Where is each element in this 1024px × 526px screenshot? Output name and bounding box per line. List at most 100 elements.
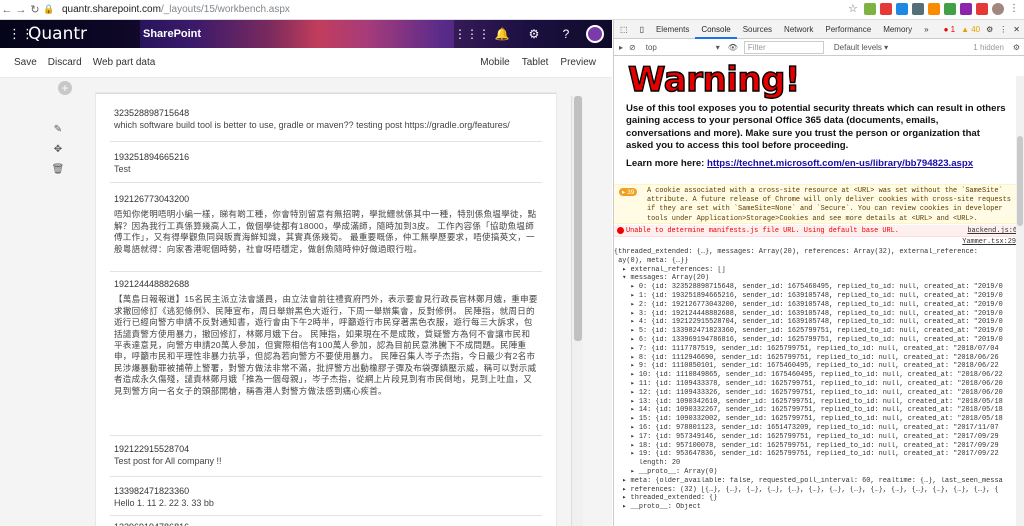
devtools-close-icon[interactable]: ✕ bbox=[1013, 25, 1020, 34]
security-warning-text: Use of this tool exposes you to potentia… bbox=[626, 103, 1006, 151]
post-item: 133969194786816 bbox=[114, 521, 539, 526]
learn-more-link[interactable]: https://technet.microsoft.com/en-us/libr… bbox=[707, 158, 973, 169]
scrollbar-thumb[interactable] bbox=[574, 96, 582, 341]
console-log-line[interactable]: ▸ references: (32) [{…}, {…}, {…}, {…}, … bbox=[614, 486, 1024, 495]
post-body: which software build tool is better to u… bbox=[114, 120, 510, 131]
console-log-line[interactable]: ▸ 16: {id: 978801123, sender_id: 1651473… bbox=[614, 424, 1024, 433]
console-log-line[interactable]: ▾ messages: Array(20) bbox=[614, 274, 1024, 283]
console-log-line[interactable]: ▸ 7: {id: 1117787519, sender_id: 1625799… bbox=[614, 345, 1024, 354]
console-log-line[interactable]: ▸ 5: {id: 133982471823360, sender_id: 16… bbox=[614, 327, 1024, 336]
context-selector[interactable]: top bbox=[646, 43, 716, 52]
console-log-line[interactable]: ▸ __proto__: Array(0) bbox=[614, 468, 1024, 477]
edit-webpart-icon[interactable]: ✎ bbox=[48, 124, 68, 144]
tab-memory[interactable]: Memory bbox=[877, 20, 918, 39]
more-tabs-button[interactable]: » bbox=[918, 20, 934, 39]
tab-performance[interactable]: Performance bbox=[819, 20, 877, 39]
url-field[interactable]: quantr.sharepoint.com/_layouts/15/workbe… bbox=[62, 4, 290, 15]
console-log-line[interactable]: ▸ __proto__: Object bbox=[614, 503, 1024, 512]
console-log-line[interactable]: ▸ 3: {id: 192124448882688, sender_id: 16… bbox=[614, 310, 1024, 319]
extension-icon-1[interactable] bbox=[864, 3, 876, 15]
inspect-element-icon[interactable]: ⬚ bbox=[614, 20, 634, 39]
lock-icon[interactable]: 🔒 bbox=[42, 4, 56, 15]
console-log-line[interactable]: ▸ threaded_extended: {} bbox=[614, 494, 1024, 503]
devtools-scrollbar[interactable] bbox=[1016, 76, 1024, 526]
console-log-line[interactable]: length: 20 bbox=[614, 459, 1024, 468]
user-avatar[interactable] bbox=[586, 25, 604, 43]
warning-count[interactable]: ▲ 40 bbox=[961, 25, 980, 34]
apps-grid-icon[interactable]: ⋮⋮⋮ bbox=[454, 27, 490, 41]
reload-icon[interactable]: ↻ bbox=[28, 3, 42, 16]
console-log-line[interactable]: ▸ 4: {id: 192122915528704, sender_id: 16… bbox=[614, 318, 1024, 327]
console-log-line[interactable]: ▸ external_references: [] bbox=[614, 266, 1024, 275]
yammer-webpart: 323528898715648 which software build too… bbox=[95, 92, 557, 526]
devtools-scrollbar-thumb[interactable] bbox=[1017, 136, 1023, 226]
console-log-line[interactable]: ▸ 14: {id: 1090332267, sender_id: 162579… bbox=[614, 406, 1024, 415]
extension-icon-8[interactable] bbox=[976, 3, 988, 15]
log-source-link[interactable]: Yammer.tsx:29 bbox=[962, 238, 1016, 246]
help-icon[interactable]: ? bbox=[550, 27, 582, 41]
workbench-scrollbar[interactable] bbox=[571, 96, 583, 526]
tab-elements[interactable]: Elements bbox=[650, 20, 695, 39]
profile-avatar-icon[interactable] bbox=[992, 3, 1004, 15]
console-log-line[interactable]: ▸ 19: {id: 953647836, sender_id: 1625799… bbox=[614, 450, 1024, 459]
console-log-line[interactable]: ▸ 2: {id: 192126773043200, sender_id: 16… bbox=[614, 301, 1024, 310]
console-log-line[interactable]: ▸ 9: {id: 1110850101, sender_id: 1675460… bbox=[614, 362, 1024, 371]
discard-button[interactable]: Discard bbox=[48, 57, 82, 68]
extension-icon-4[interactable] bbox=[912, 3, 924, 15]
notification-bell-icon[interactable]: 🔔 bbox=[486, 27, 518, 41]
post-id: 192126773043200 bbox=[114, 194, 190, 204]
brand-name[interactable]: Quantr bbox=[28, 24, 87, 44]
extension-icon-7[interactable] bbox=[960, 3, 972, 15]
console-log-line[interactable]: ▸ meta: {older_available: false, request… bbox=[614, 477, 1024, 486]
move-webpart-icon[interactable]: ✥ bbox=[48, 144, 68, 164]
app-launcher-icon[interactable]: ⋮⋮ bbox=[8, 26, 34, 42]
console-log-line[interactable]: ay(0), meta: {…}} bbox=[614, 257, 1024, 266]
console-sidebar-icon[interactable]: ▸ bbox=[619, 43, 623, 52]
clear-console-icon[interactable]: ⊘ bbox=[629, 43, 636, 52]
extension-icon-2[interactable] bbox=[880, 3, 892, 15]
context-dropdown-icon[interactable]: ▾ bbox=[716, 43, 720, 52]
console-log-line[interactable]: ▸ 6: {id: 133969194786816, sender_id: 16… bbox=[614, 336, 1024, 345]
console-log-line[interactable]: ▸ 18: {id: 957100078, sender_id: 1625799… bbox=[614, 442, 1024, 451]
filter-input[interactable]: Filter bbox=[743, 40, 824, 54]
mobile-button[interactable]: Mobile bbox=[480, 57, 509, 68]
tab-console[interactable]: Console bbox=[695, 20, 737, 39]
console-log-line[interactable]: ▸ 13: {id: 1090342610, sender_id: 162579… bbox=[614, 398, 1024, 407]
console-log-line[interactable]: ▸ 8: {id: 1112946690, sender_id: 1625799… bbox=[614, 354, 1024, 363]
console-log-line[interactable]: {threaded_extended: {…}, messages: Array… bbox=[614, 248, 1024, 257]
save-button[interactable]: Save bbox=[14, 57, 37, 68]
extension-icon-3[interactable] bbox=[896, 3, 908, 15]
live-expression-eye-icon[interactable]: 👁 bbox=[728, 43, 738, 52]
back-icon[interactable]: ← bbox=[0, 4, 14, 16]
tab-sources[interactable]: Sources bbox=[737, 20, 778, 39]
forward-icon[interactable]: → bbox=[14, 4, 28, 16]
preview-button[interactable]: Preview bbox=[560, 57, 596, 68]
settings-gear-icon[interactable]: ⚙ bbox=[518, 27, 550, 41]
post-id: 193251894665216 bbox=[114, 152, 190, 162]
log-levels-dropdown[interactable]: Default levels ▾ bbox=[834, 43, 888, 52]
console-log-line[interactable]: ▸ 1: {id: 193251894665216, sender_id: 16… bbox=[614, 292, 1024, 301]
console-log-line[interactable]: ▸ 15: {id: 1090332002, sender_id: 162579… bbox=[614, 415, 1024, 424]
devtools-menu-icon[interactable]: ⋮ bbox=[999, 25, 1007, 34]
devtools-settings-icon[interactable]: ⚙ bbox=[986, 25, 993, 34]
tab-network[interactable]: Network bbox=[778, 20, 819, 39]
console-log-line[interactable]: ▸ 0: {id: 323528898715648, sender_id: 16… bbox=[614, 283, 1024, 292]
error-count[interactable]: ● 1 bbox=[944, 25, 956, 34]
console-log-line[interactable]: ▸ 11: {id: 1109433378, sender_id: 162579… bbox=[614, 380, 1024, 389]
cookie-warning-text[interactable]: A cookie associated with a cross-site re… bbox=[647, 187, 1011, 224]
menu-kebab-icon[interactable]: ⋮ bbox=[1008, 3, 1020, 15]
extension-icon-5[interactable] bbox=[928, 3, 940, 15]
site-name[interactable]: SharePoint bbox=[143, 28, 201, 40]
tablet-button[interactable]: Tablet bbox=[522, 57, 549, 68]
error-source-link[interactable]: backend.js:6 bbox=[967, 227, 1017, 235]
console-settings-icon[interactable]: ⚙ bbox=[1013, 43, 1020, 52]
console-log-line[interactable]: ▸ 12: {id: 1109433326, sender_id: 162579… bbox=[614, 389, 1024, 398]
device-toolbar-icon[interactable]: ▯ bbox=[634, 20, 650, 39]
star-icon[interactable]: ☆ bbox=[848, 3, 860, 15]
extension-icon-6[interactable] bbox=[944, 3, 956, 15]
console-log-line[interactable]: ▸ 17: {id: 957349146, sender_id: 1625799… bbox=[614, 433, 1024, 442]
console-log-line[interactable]: ▸ 10: {id: 1110849865, sender_id: 167546… bbox=[614, 371, 1024, 380]
delete-webpart-icon[interactable]: 🗑 bbox=[48, 164, 68, 184]
web-part-data-button[interactable]: Web part data bbox=[93, 57, 156, 68]
add-section-button[interactable]: + bbox=[58, 81, 72, 95]
